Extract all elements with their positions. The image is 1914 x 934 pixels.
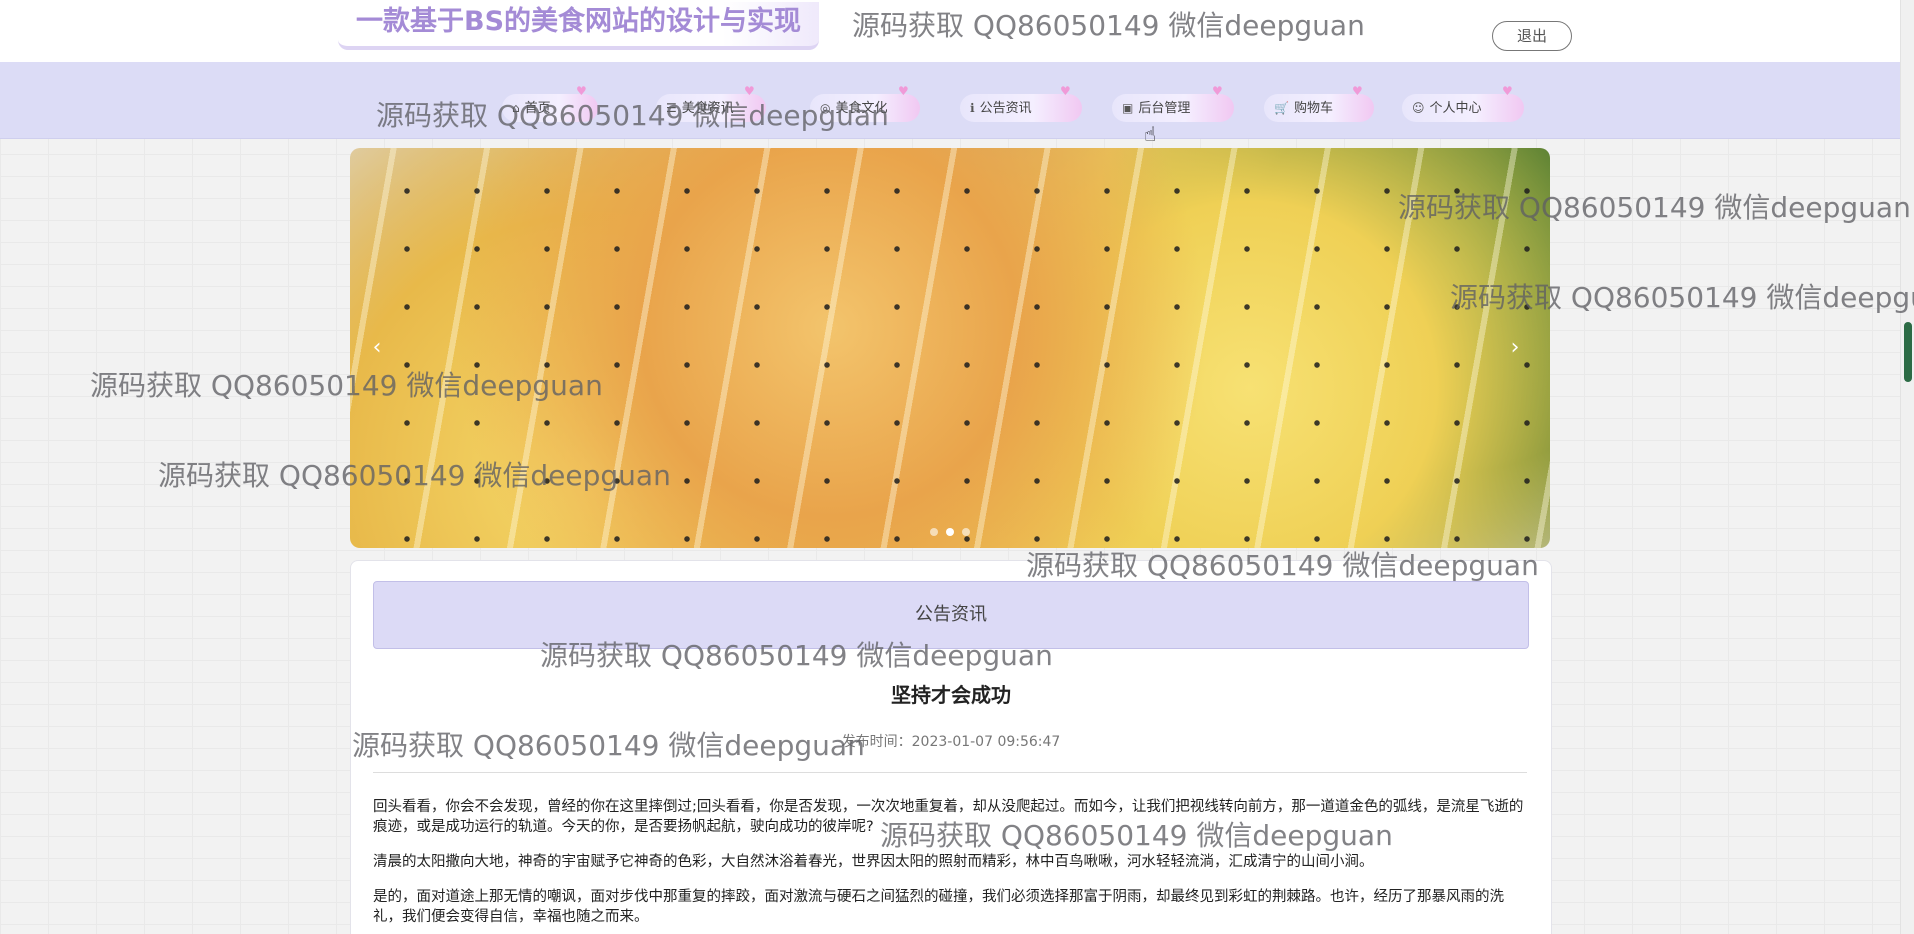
logout-button[interactable]: 退出 (1492, 21, 1572, 51)
home-icon: ⌂ (512, 101, 520, 115)
heart-icon: ♥ (576, 84, 587, 98)
user-icon: ☺ (1412, 101, 1425, 115)
nav-item-label: 购物车 (1293, 101, 1333, 116)
main-nav: ⌂ 首页 ♥ ☰ 美食资讯 ♥ ◎ 美食文化 ♥ ℹ 公告资讯 ♥ ▣ 后台管理 ♥ 🛒 购… (0, 62, 1900, 139)
food-info-icon: ☰ (666, 101, 677, 115)
page-scrollbar[interactable] (1900, 0, 1914, 934)
heart-icon: ♥ (898, 84, 909, 98)
heart-icon: ♥ (1060, 84, 1071, 98)
nav-item-food-info[interactable]: ☰ 美食资讯 ♥ (656, 85, 766, 122)
article-paragraph: 清晨的太阳撒向大地，神奇的宇宙赋予它神奇的色彩，大自然沐浴着春光，世界因太阳的照… (373, 854, 1374, 870)
banner-image-texture (350, 148, 1550, 548)
nav-item-food-culture[interactable]: ◎ 美食文化 ♥ (810, 85, 920, 122)
carousel-indicator[interactable] (962, 528, 970, 536)
section-title: 公告资讯 (373, 581, 1529, 649)
nav-item-label: 美食资讯 (681, 101, 734, 116)
carousel-indicator[interactable] (930, 528, 938, 536)
nav-item-home[interactable]: ⌂ 首页 ♥ (502, 85, 598, 122)
cart-icon: 🛒 (1274, 101, 1289, 115)
admin-icon: ▣ (1122, 101, 1134, 115)
nav-item-admin[interactable]: ▣ 后台管理 ♥ (1112, 85, 1234, 122)
carousel-prev-button[interactable]: ‹ (364, 333, 390, 363)
nav-item-label: 后台管理 (1138, 101, 1191, 116)
nav-item-cart[interactable]: 🛒 购物车 ♥ (1264, 85, 1374, 122)
heart-icon: ♥ (744, 84, 755, 98)
announcement-card: 公告资讯 坚持才会成功 发布时间：2023-01-07 09:56:47 回头看… (350, 560, 1552, 934)
carousel-indicator-active[interactable] (946, 528, 954, 536)
nav-item-announcements[interactable]: ℹ 公告资讯 ♥ (960, 85, 1082, 122)
heart-icon: ♥ (1352, 84, 1363, 98)
site-title: 一款基于BS的美食网站的设计与实现 (338, 2, 820, 50)
nav-item-profile[interactable]: ☺ 个人中心 ♥ (1402, 85, 1524, 122)
article-paragraph: 回头看看，你会不会发现，曾经的你在这里摔倒过;回头看看，你是否发现，一次次地重复… (373, 799, 1524, 835)
article-title: 坚持才会成功 (891, 683, 1011, 707)
article-publish-time: 发布时间：2023-01-07 09:56:47 (841, 734, 1061, 750)
heart-icon: ♥ (1502, 84, 1513, 98)
article-body: 回头看看，你会不会发现，曾经的你在这里摔倒过;回头看看，你是否发现，一次次地重复… (373, 797, 1527, 934)
culture-icon: ◎ (820, 101, 831, 115)
article-paragraph: 是的，面对道途上那无情的嘲讽，面对步伐中那重复的摔跤，面对激流与硬石之间猛烈的碰… (373, 889, 1504, 925)
banner-carousel[interactable]: ‹ › (350, 148, 1550, 548)
nav-item-label: 个人中心 (1429, 101, 1482, 116)
top-header: 一款基于BS的美食网站的设计与实现 退出 (0, 0, 1900, 62)
carousel-next-button[interactable]: › (1502, 333, 1528, 363)
scrollbar-thumb[interactable] (1904, 322, 1912, 382)
info-icon: ℹ (970, 101, 975, 115)
divider (373, 772, 1527, 773)
mouse-pointer-icon: ☝ (1144, 122, 1157, 146)
nav-item-label: 公告资讯 (979, 101, 1032, 116)
nav-item-label: 首页 (524, 101, 551, 116)
heart-icon: ♥ (1212, 84, 1223, 98)
nav-item-label: 美食文化 (835, 101, 888, 116)
